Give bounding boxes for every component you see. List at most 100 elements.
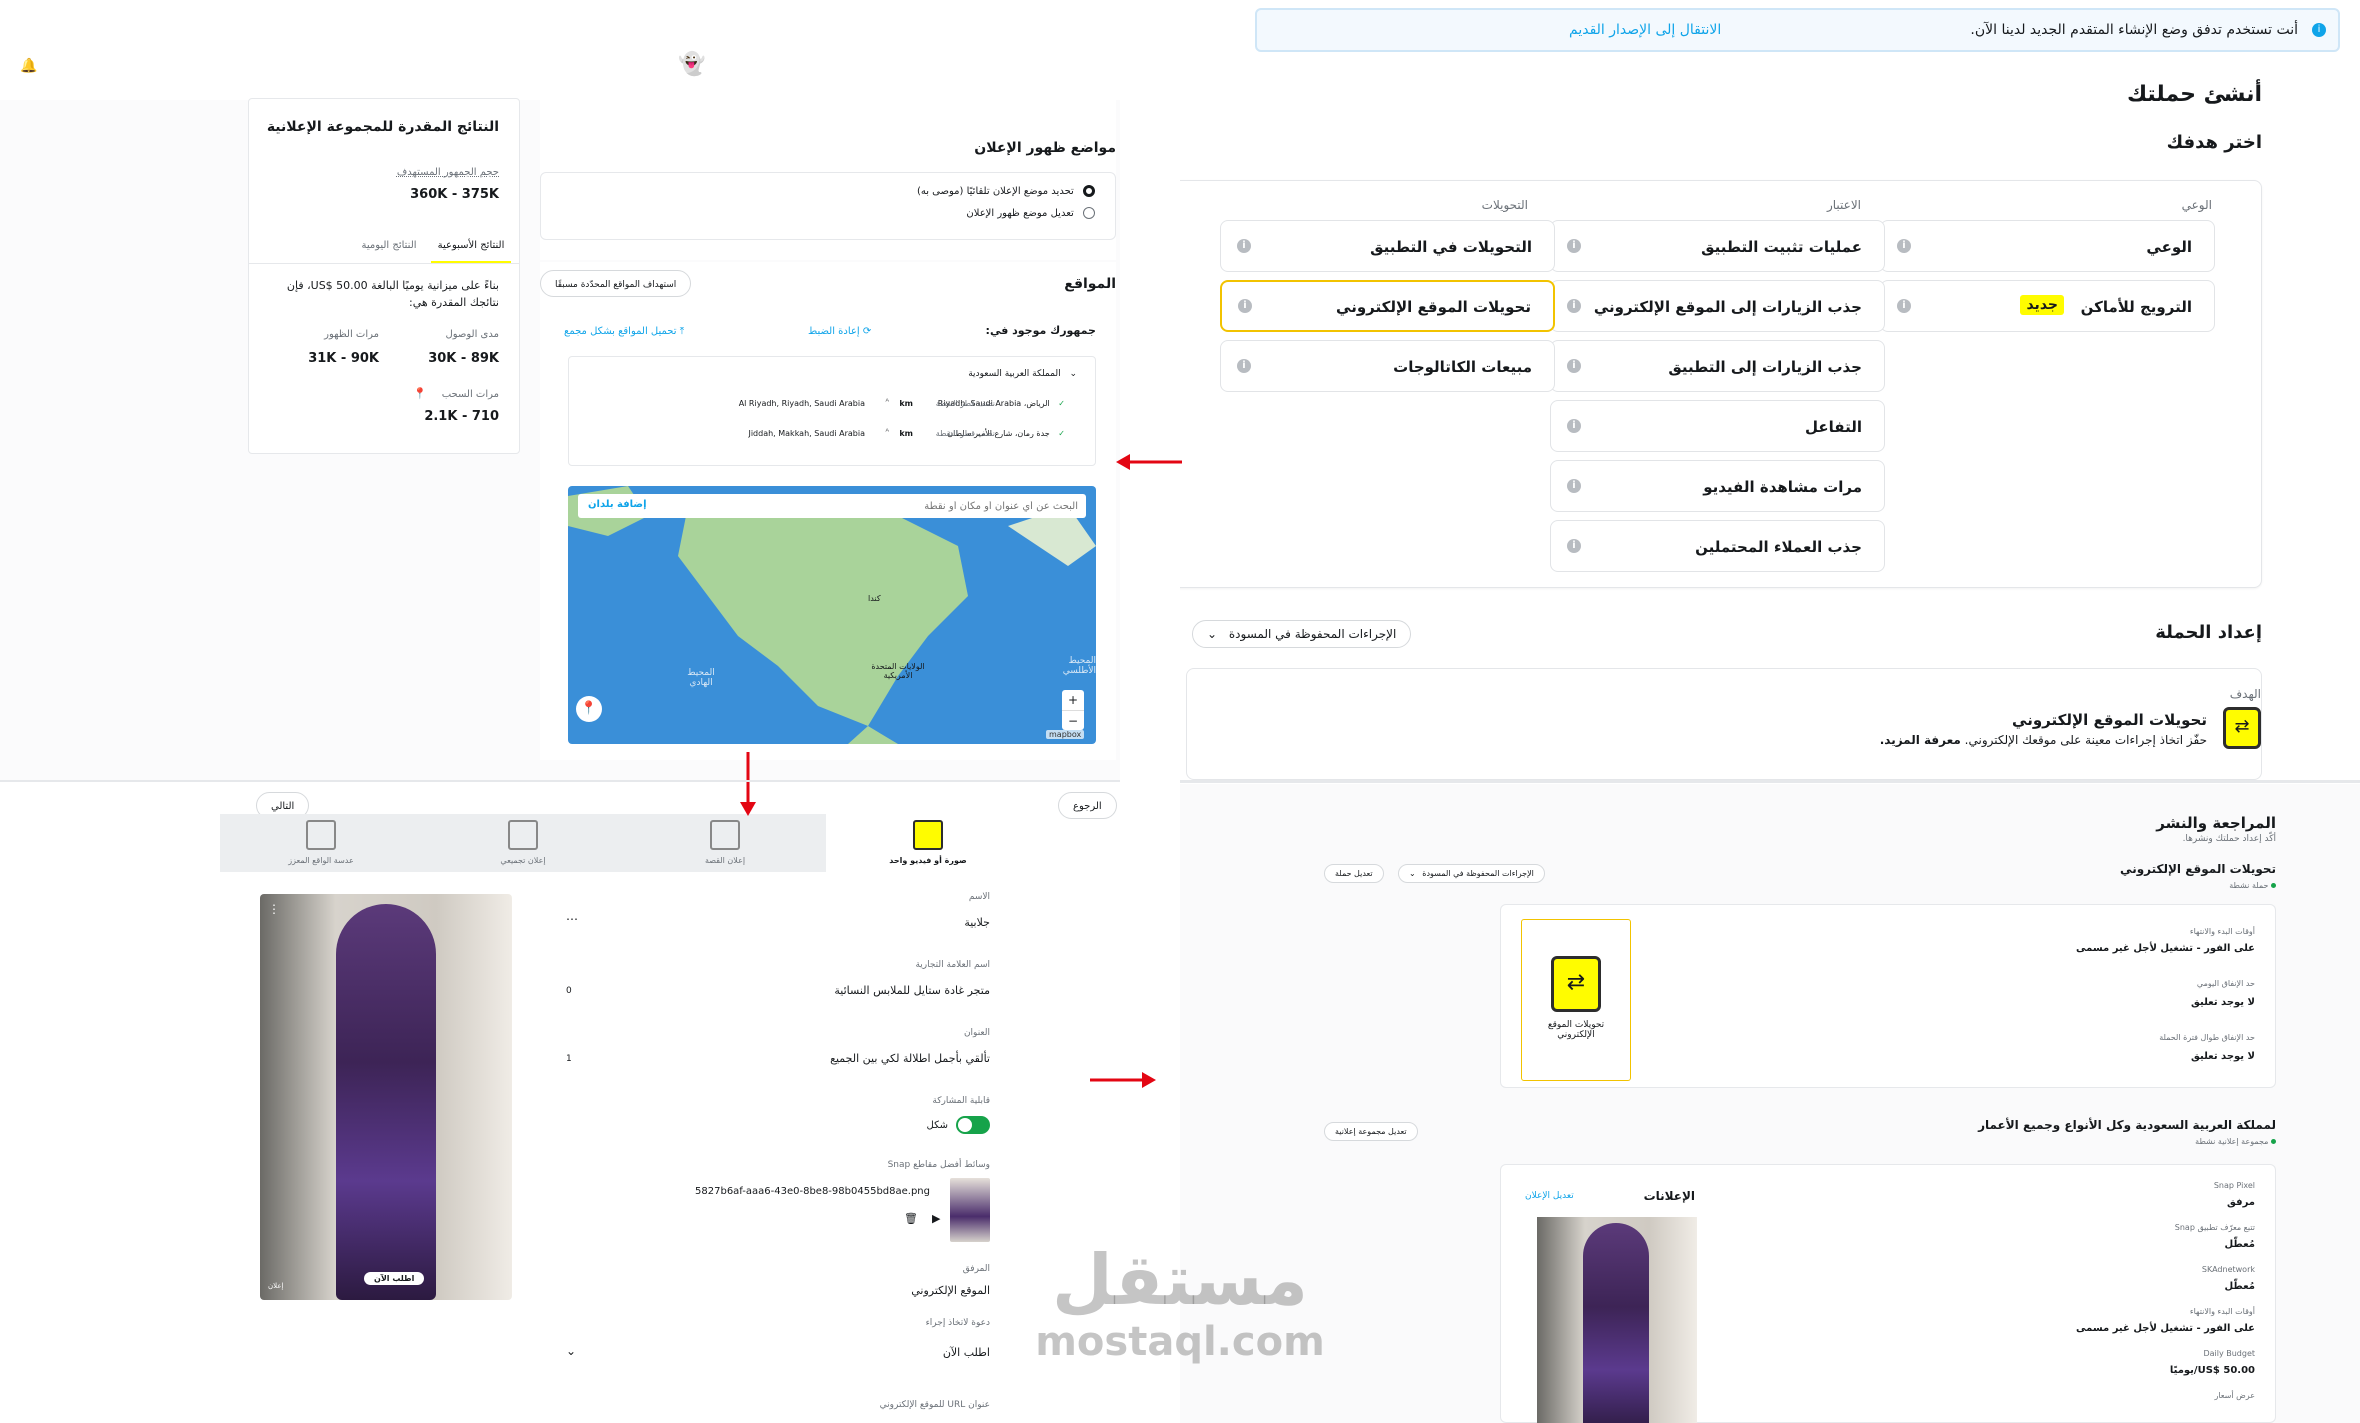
goal-option-engagement[interactable]: التفاعل i bbox=[1550, 400, 1885, 452]
refresh-icon: ⟳ bbox=[862, 326, 872, 337]
daily-budget-value: US$ 50.00/يوميًا bbox=[2169, 1365, 2255, 1376]
cta-select[interactable]: اطلب الآن bbox=[943, 1346, 990, 1359]
learn-more-link[interactable]: معرفة المزيد. bbox=[1880, 733, 1961, 747]
chevron-down-icon[interactable]: ⌄ bbox=[566, 1344, 576, 1358]
info-icon[interactable]: i bbox=[1567, 359, 1581, 373]
saved-actions-dropdown[interactable]: الإجراءات المحفوظة في المسودة ⌄ bbox=[1398, 864, 1545, 883]
goal-description: حفّز اتخاذ إجراءات معينة على موقعك الإلك… bbox=[1964, 733, 2207, 747]
goal-option-app-installs[interactable]: عمليات تثبيت التطبيق i bbox=[1550, 220, 1885, 272]
info-icon[interactable]: i bbox=[1567, 479, 1581, 493]
pixel-value: مرفق bbox=[2227, 1197, 2255, 1208]
info-icon[interactable]: i bbox=[1567, 419, 1581, 433]
more-icon[interactable]: ⋮ bbox=[268, 902, 280, 916]
chevron-down-icon: ⌄ bbox=[1409, 869, 1416, 878]
media-thumbnail[interactable] bbox=[950, 1178, 990, 1242]
attach-value[interactable]: الموقع الإلكتروني bbox=[911, 1284, 990, 1297]
goal-label: التحويلات في التطبيق bbox=[1370, 238, 1532, 256]
goal-option-web-traffic[interactable]: جذب الزيارات إلى الموقع الإلكتروني i bbox=[1550, 280, 1885, 332]
map-search-input[interactable] bbox=[758, 497, 1078, 515]
goal-option-app-conversions[interactable]: التحويلات في التطبيق i bbox=[1220, 220, 1555, 272]
lifetime-cap-value: لا يوجد تعليق bbox=[2191, 1051, 2255, 1062]
back-label: الرجوع bbox=[1073, 801, 1102, 812]
add-countries-button[interactable]: إضافة بلدان bbox=[588, 499, 647, 510]
format-ar-lens[interactable]: عدسة الواقع المعزز bbox=[220, 814, 422, 872]
swipe-icon: 📍 bbox=[413, 387, 427, 400]
more-options-icon[interactable]: ⋯ bbox=[566, 912, 578, 926]
budget-text: بناءً على ميزانية يوميًا البالغة US$ 50.… bbox=[286, 279, 499, 309]
name-label: الاسم bbox=[968, 892, 990, 902]
edit-ad-link[interactable]: تعديل الإعلان bbox=[1525, 1191, 1574, 1201]
cta-label: دعوة لاتخاذ إجراء bbox=[925, 1318, 990, 1328]
goal-option-catalog-sales[interactable]: مبيعات الكاتالوجات i bbox=[1220, 340, 1555, 392]
tab-daily[interactable]: النتائج اليومية bbox=[349, 231, 429, 263]
format-story-ad[interactable]: إعلان القصة bbox=[624, 814, 826, 872]
map-label-pacific: المحيط الهادي bbox=[687, 668, 715, 688]
play-icon[interactable]: ▶ bbox=[932, 1212, 940, 1225]
info-icon[interactable]: i bbox=[1237, 359, 1251, 373]
snapchat-ghost-icon[interactable]: 👻 bbox=[678, 52, 705, 77]
share-toggle[interactable] bbox=[956, 1116, 990, 1134]
status-dot-icon bbox=[2271, 1139, 2276, 1144]
info-icon[interactable]: i bbox=[1238, 299, 1252, 313]
goal-option-web-conversions[interactable]: تحويلات الموقع الإلكتروني i bbox=[1220, 280, 1555, 332]
placements-title: مواضع ظهور الإعلان bbox=[974, 140, 1116, 156]
collection-ad-icon bbox=[508, 820, 538, 850]
bulk-upload-link[interactable]: ⤒ تحميل المواقع بشكل مجمع bbox=[564, 326, 684, 337]
reset-link[interactable]: ⟳ إعادة الضبط bbox=[808, 326, 871, 337]
tab-weekly[interactable]: النتائج الأسبوعية bbox=[431, 231, 511, 263]
brand-input[interactable]: متجر غادة ستايل للملابس النسائية bbox=[834, 984, 990, 997]
ads-title: الإعلانات bbox=[1643, 1189, 1695, 1203]
saved-actions-dropdown[interactable]: الإجراءات المحفوظة في المسودة ⌄ bbox=[1192, 620, 1412, 648]
location-row[interactable]: ✓ الرياض، Riyadh، Saudi Arabia Al Riyadh… bbox=[585, 397, 1065, 417]
name-input[interactable]: جلابية bbox=[560, 916, 990, 929]
zoom-out-button[interactable]: − bbox=[1062, 710, 1084, 730]
estimated-results-card: النتائج المقدرة للمجموعة الإعلانية حجم ا… bbox=[248, 98, 520, 454]
info-icon[interactable]: i bbox=[1567, 299, 1581, 313]
arrow-left-icon bbox=[1116, 454, 1182, 470]
goal-option-app-traffic[interactable]: جذب الزيارات إلى التطبيق i bbox=[1550, 340, 1885, 392]
info-icon[interactable]: i bbox=[1567, 539, 1581, 553]
back-button[interactable]: الرجوع bbox=[1058, 792, 1117, 819]
info-icon[interactable]: i bbox=[1567, 239, 1581, 253]
goal-heading: اختر هدفك bbox=[2166, 132, 2262, 153]
headline-input[interactable]: تألقي بأجمل اطلالة لكي بين الجميع bbox=[830, 1052, 990, 1065]
old-version-link[interactable]: الانتقال إلى الإصدار القديم bbox=[1269, 22, 1721, 38]
trash-icon[interactable]: 🗑 bbox=[904, 1212, 918, 1225]
format-tabs: صورة أو فيديو واحد إعلان القصة إعلان تجم… bbox=[220, 814, 1030, 872]
info-icon: i bbox=[2312, 23, 2326, 37]
format-single-media[interactable]: صورة أو فيديو واحد bbox=[826, 814, 1030, 872]
bell-icon[interactable]: 🔔 bbox=[20, 58, 37, 74]
info-icon[interactable]: i bbox=[1897, 299, 1911, 313]
pin-icon: ᴬ bbox=[885, 427, 889, 436]
info-icon[interactable]: i bbox=[1237, 239, 1251, 253]
arrow-right-icon bbox=[1090, 1072, 1156, 1088]
placement-edit-option[interactable]: تعديل موضع ظهور الإعلان bbox=[966, 207, 1095, 219]
predefined-locations-button[interactable]: استهداف المواقع المحدّدة مسبقًا bbox=[540, 270, 692, 297]
country-row[interactable]: ⌄ المملكة العربية السعودية bbox=[968, 369, 1077, 379]
goal-option-lead-generation[interactable]: جذب العملاء المحتملين i bbox=[1550, 520, 1885, 572]
watermark-en: mostaql.com bbox=[1035, 1319, 1325, 1365]
location-row[interactable]: ✓ جدة رمان، شارع الأمير سلطان Jiddah, Ma… bbox=[585, 427, 1065, 447]
placement-auto-option[interactable]: تحديد موضع الإعلان تلقائيًا (موصى به) bbox=[917, 185, 1095, 197]
objective-label: تحويلات الموقع الإلكتروني bbox=[1547, 1020, 1605, 1040]
goal-label: الوعي bbox=[2146, 238, 2192, 256]
map-land bbox=[568, 486, 1096, 744]
headline-label: العنوان bbox=[963, 1028, 990, 1038]
location-pin-button[interactable]: 📍 bbox=[576, 696, 602, 722]
format-collection-ad[interactable]: إعلان تجميعي bbox=[422, 814, 624, 872]
zoom-in-button[interactable]: + bbox=[1062, 690, 1084, 710]
goal-option-promote-places[interactable]: الترويج للأماكن جديد i bbox=[1880, 280, 2215, 332]
info-icon[interactable]: i bbox=[1897, 239, 1911, 253]
preview-cta-button[interactable]: اطلب الآن bbox=[364, 1272, 425, 1285]
campaign-status: حملة نشطة bbox=[2229, 881, 2276, 890]
swipes-value: 2.1K - 710 bbox=[424, 409, 499, 424]
goal-description-row: حفّز اتخاذ إجراءات معينة على موقعك الإلك… bbox=[1880, 733, 2207, 747]
single-media-icon bbox=[913, 820, 943, 850]
edit-campaign-button[interactable]: تعديل حملة bbox=[1324, 864, 1384, 883]
goal-option-video-views[interactable]: مرات مشاهدة الفيديو i bbox=[1550, 460, 1885, 512]
edit-adgroup-button[interactable]: تعديل مجموعة إعلانية bbox=[1324, 1122, 1418, 1141]
map[interactable]: إضافة بلدان كندا الولايات المتحدة الأمري… bbox=[568, 486, 1096, 744]
start-end2-value: على الفور - تشغيل لأجل غير مسمى bbox=[2076, 1323, 2255, 1334]
goal-option-awareness[interactable]: الوعي i bbox=[1880, 220, 2215, 272]
new-badge: جديد bbox=[2020, 295, 2064, 315]
